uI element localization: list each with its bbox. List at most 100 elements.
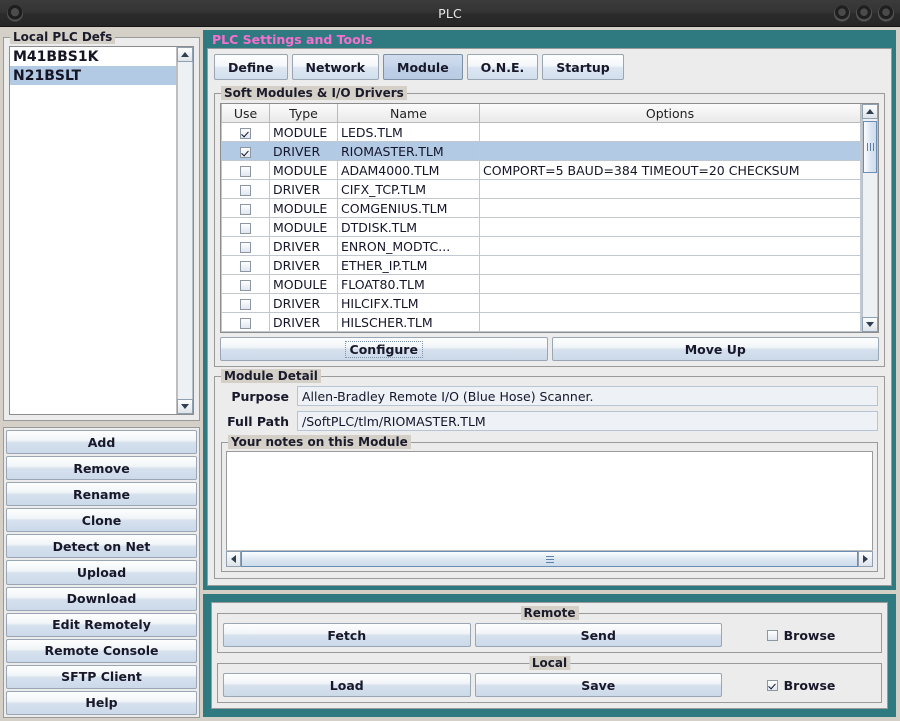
row-name: CIFX_TCP.TLM xyxy=(337,179,480,199)
plc-defs-list-body[interactable]: M41BBS1K N21BSLT xyxy=(10,47,176,414)
configure-button[interactable]: Configure xyxy=(220,337,548,361)
sidebar-button-add[interactable]: Add xyxy=(6,430,197,455)
module-notes-scroll-thumb[interactable] xyxy=(241,551,858,567)
checkbox-icon[interactable] xyxy=(240,298,251,310)
load-button[interactable]: Load xyxy=(223,673,471,697)
sidebar-button-help[interactable]: Help xyxy=(6,690,197,716)
soft-modules-table-wrap[interactable]: Use Type Name Options MODULE LEDS.TLM DRIVER R… xyxy=(220,103,879,333)
send-button[interactable]: Send xyxy=(474,623,722,647)
plc-defs-list[interactable]: M41BBS1K N21BSLT xyxy=(9,46,194,415)
checkbox-icon[interactable] xyxy=(766,629,778,641)
table-row[interactable]: DRIVER HILSCHER.TLM xyxy=(221,312,861,332)
table-row[interactable]: MODULE COMGENIUS.TLM xyxy=(221,198,861,218)
tab-module[interactable]: Module xyxy=(383,54,463,80)
minimize-button[interactable] xyxy=(834,5,850,21)
table-row[interactable]: MODULE DTDISK.TLM xyxy=(221,217,861,237)
plc-defs-scroll-track[interactable] xyxy=(177,62,193,399)
table-row[interactable]: DRIVER RIOMASTER.TLM xyxy=(221,141,861,161)
column-header-use[interactable]: Use xyxy=(221,104,270,123)
table-row[interactable]: MODULE LEDS.TLM xyxy=(221,122,861,142)
scroll-up-icon[interactable] xyxy=(177,47,193,62)
remote-browse-label: Browse xyxy=(783,627,836,643)
checkbox-icon[interactable] xyxy=(240,127,251,139)
table-row[interactable]: DRIVER HILCIFX.TLM xyxy=(221,293,861,313)
row-use-checkbox[interactable] xyxy=(221,312,270,332)
checkbox-icon[interactable] xyxy=(240,203,251,215)
row-use-checkbox[interactable] xyxy=(221,274,270,294)
sidebar-button-detect-on-net[interactable]: Detect on Net xyxy=(6,534,197,559)
module-notes-scroll-track[interactable] xyxy=(241,551,858,567)
fetch-button[interactable]: Fetch xyxy=(223,623,471,647)
soft-modules-scroll-thumb[interactable] xyxy=(863,121,877,173)
sidebar-button-sftp-client[interactable]: SFTP Client xyxy=(6,664,197,689)
checkbox-icon[interactable] xyxy=(240,165,251,177)
row-name: DTDISK.TLM xyxy=(337,217,480,237)
table-row[interactable]: DRIVER CIFX_TCP.TLM xyxy=(221,179,861,199)
sidebar-button-remove[interactable]: Remove xyxy=(6,456,197,481)
table-row[interactable]: MODULE ADAM4000.TLM COMPORT=5 BAUD=384 TIM… xyxy=(221,160,861,180)
remote-browse-checkbox[interactable]: Browse xyxy=(726,628,876,643)
sidebar-button-rename[interactable]: Rename xyxy=(6,482,197,507)
tab-network[interactable]: Network xyxy=(291,54,380,80)
checkbox-icon[interactable] xyxy=(766,679,778,691)
checkbox-icon[interactable] xyxy=(240,184,251,196)
column-header-options[interactable]: Options xyxy=(479,104,861,123)
checkbox-icon[interactable] xyxy=(240,241,251,253)
remote-group-label: Remote xyxy=(520,606,579,620)
scroll-down-icon[interactable] xyxy=(177,399,193,414)
sidebar-button-remote-console[interactable]: Remote Console xyxy=(6,638,197,663)
scroll-up-icon[interactable] xyxy=(862,104,878,119)
row-use-checkbox[interactable] xyxy=(221,236,270,256)
table-body[interactable]: MODULE LEDS.TLM DRIVER RIOMASTER.TLM MODULE A… xyxy=(221,122,861,332)
row-use-checkbox[interactable] xyxy=(221,179,270,199)
checkbox-icon[interactable] xyxy=(240,317,251,329)
module-notes-hscrollbar[interactable] xyxy=(226,550,873,567)
row-use-checkbox[interactable] xyxy=(221,217,270,237)
plc-defs-scrollbar[interactable] xyxy=(176,47,193,414)
sidebar-button-upload[interactable]: Upload xyxy=(6,560,197,585)
app-menu-icon[interactable] xyxy=(7,5,23,21)
row-type: MODULE xyxy=(269,198,338,218)
sidebar-button-clone[interactable]: Clone xyxy=(6,508,197,533)
column-header-name[interactable]: Name xyxy=(337,104,480,123)
move-up-button[interactable]: Move Up xyxy=(551,337,879,361)
checkbox-icon[interactable] xyxy=(240,146,251,158)
checkbox-icon[interactable] xyxy=(240,260,251,272)
soft-modules-scroll-track[interactable] xyxy=(862,119,878,317)
row-use-checkbox[interactable] xyxy=(221,160,270,180)
tab-o-n-e-[interactable]: O.N.E. xyxy=(466,54,539,80)
scroll-right-icon[interactable] xyxy=(858,551,873,567)
checkbox-icon[interactable] xyxy=(240,279,251,291)
scroll-left-icon[interactable] xyxy=(226,551,241,567)
tab-startup[interactable]: Startup xyxy=(542,54,624,80)
module-notes-textarea[interactable] xyxy=(226,451,873,550)
local-browse-checkbox[interactable]: Browse xyxy=(726,678,876,693)
checkbox-icon[interactable] xyxy=(240,222,251,234)
maximize-button[interactable] xyxy=(856,5,872,21)
module-detail-group: Module Detail Purpose Allen-Bradley Remo… xyxy=(214,369,885,579)
row-name: FLOAT80.TLM xyxy=(337,274,480,294)
tab-define[interactable]: Define xyxy=(214,54,288,80)
row-use-checkbox[interactable] xyxy=(221,122,270,142)
row-use-checkbox[interactable] xyxy=(221,255,270,275)
scroll-down-icon[interactable] xyxy=(862,317,878,332)
local-plc-defs-label: Local PLC Defs xyxy=(10,30,116,44)
row-use-checkbox[interactable] xyxy=(221,198,270,218)
row-options xyxy=(479,255,861,275)
close-button[interactable] xyxy=(878,5,894,21)
tab-label: Network xyxy=(305,59,366,75)
list-item[interactable]: M41BBS1K xyxy=(10,47,176,66)
row-use-checkbox[interactable] xyxy=(221,141,270,161)
purpose-row: Purpose Allen-Bradley Remote I/O (Blue H… xyxy=(221,386,878,406)
soft-modules-table[interactable]: Use Type Name Options MODULE LEDS.TLM DRIVER R… xyxy=(221,104,861,332)
sidebar-button-edit-remotely[interactable]: Edit Remotely xyxy=(6,612,197,637)
column-header-type[interactable]: Type xyxy=(269,104,338,123)
table-row[interactable]: MODULE FLOAT80.TLM xyxy=(221,274,861,294)
save-button[interactable]: Save xyxy=(474,673,722,697)
sidebar-button-download[interactable]: Download xyxy=(6,586,197,611)
row-use-checkbox[interactable] xyxy=(221,293,270,313)
table-row[interactable]: DRIVER ENRON_MODTC... xyxy=(221,236,861,256)
list-item[interactable]: N21BSLT xyxy=(10,66,176,85)
soft-modules-scrollbar[interactable] xyxy=(861,104,878,332)
table-row[interactable]: DRIVER ETHER_IP.TLM xyxy=(221,255,861,275)
